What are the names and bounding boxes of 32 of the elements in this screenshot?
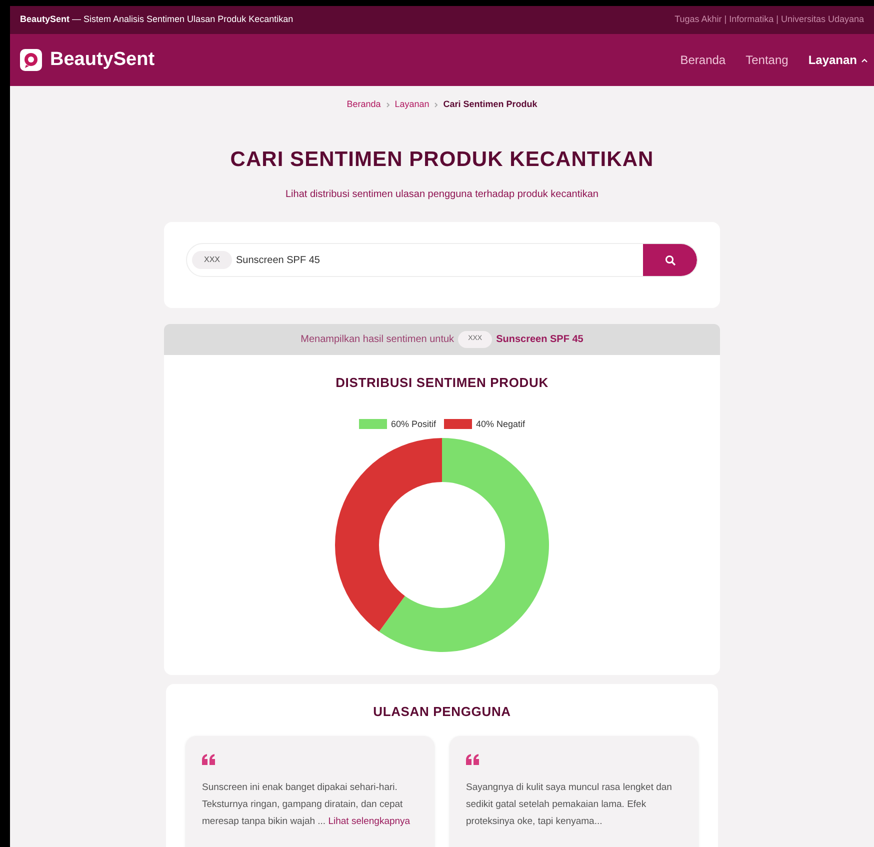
- page-title: CARI SENTIMEN PRODUK KECANTIKAN: [229, 146, 655, 172]
- result-product: Sunscreen SPF 45: [496, 333, 584, 347]
- quote-icon: [202, 754, 215, 764]
- legend-swatch: [444, 419, 472, 430]
- nav-link[interactable]: Beranda: [680, 51, 726, 69]
- review-text: Sayangnya di kulit saya muncul rasa lengket dan sedikit gatal setelah pemakaian lama. Efek proteksinya oke, tapi kenyama...: [466, 780, 673, 828]
- legend-label: 40% Negatif: [476, 418, 526, 431]
- search-field[interactable]: XXX Sunscreen SPF 45: [186, 243, 698, 277]
- legend-label: 60% Positif: [390, 418, 436, 430]
- search-value: Sunscreen SPF 45: [236, 254, 321, 268]
- site-tagline: BeautySent — Sistem Analisis Sentimen Ulasan Produk Kecantikan: [20, 13, 294, 26]
- reviews-title: ULASAN PENGGUNA: [373, 703, 511, 721]
- result-text: Menampilkan hasil sentimen untuk: [300, 333, 454, 347]
- product-chip: XXX: [192, 251, 232, 269]
- logo-text[interactable]: BeautySent: [50, 46, 155, 74]
- breadcrumb-link[interactable]: Layanan: [394, 98, 430, 112]
- chart-title: DISTRIBUSI SENTIMEN PRODUK: [336, 374, 548, 392]
- breadcrumb-current: Cari Sentimen Produk: [443, 98, 538, 111]
- quote-icon: [466, 754, 479, 764]
- search-button[interactable]: [643, 244, 697, 276]
- chevron-icon: [386, 102, 390, 108]
- nav-link[interactable]: Layanan: [808, 51, 868, 69]
- chevron-icon: [434, 102, 438, 108]
- review-text: Sunscreen ini enak banget dipakai sehari-hari. Teksturnya ringan, gampang diratain, dan cepat meresap tanpa bikin wajah ... Lihat selengkapnya: [202, 780, 412, 828]
- credits-text: Tugas Akhir | Informatika | Universitas Udayana: [674, 13, 864, 26]
- legend-swatch: [358, 419, 387, 430]
- logo-icon: [20, 49, 42, 71]
- search-icon: [664, 254, 676, 266]
- page-subtitle: Lihat distribusi sentimen ulasan pengguna terhadap produk kecantikan: [284, 188, 600, 202]
- read-more-link[interactable]: Lihat selengkapnya: [328, 816, 410, 826]
- breadcrumb-link[interactable]: Beranda: [346, 98, 381, 112]
- nav-link[interactable]: Tentang: [746, 51, 788, 69]
